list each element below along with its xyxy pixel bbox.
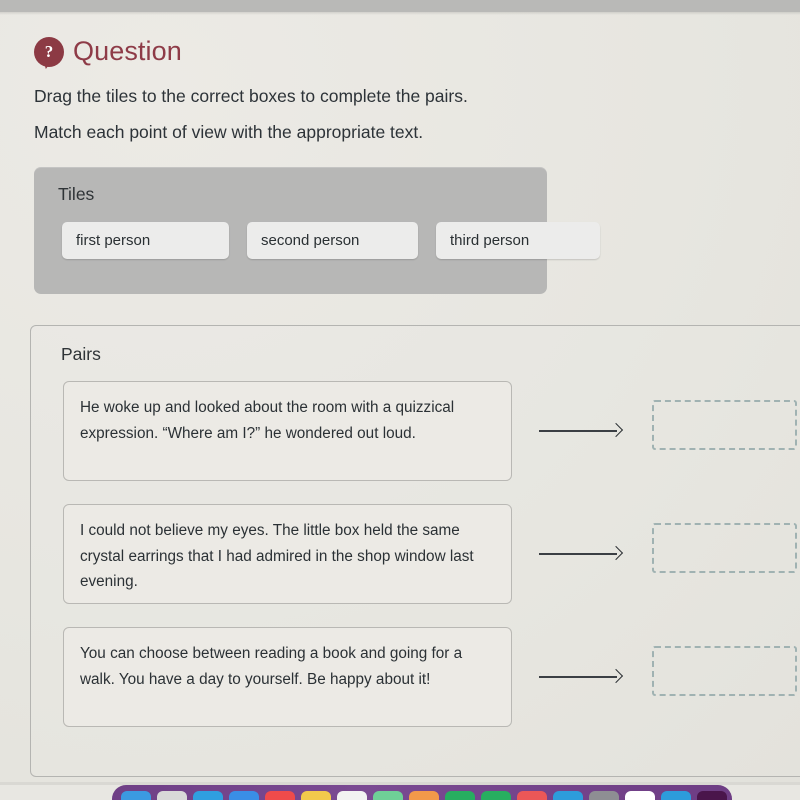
- pair-text-card: He woke up and looked about the room wit…: [63, 381, 512, 481]
- music-icon[interactable]: [517, 791, 547, 800]
- question-mark-bubble-icon: ?: [34, 36, 64, 70]
- dropzone-2[interactable]: [652, 523, 797, 573]
- arrow-shaft: [539, 553, 617, 555]
- arrow-right-icon: [539, 423, 629, 439]
- instruction-line-1: Drag the tiles to the correct boxes to c…: [34, 86, 468, 106]
- arrow-right-icon: [539, 546, 629, 562]
- system-settings-icon[interactable]: [589, 791, 619, 800]
- messages-icon[interactable]: [445, 791, 475, 800]
- screenshot-root: ? Question Drag the tiles to the correct…: [0, 0, 800, 800]
- notes-icon[interactable]: [301, 791, 331, 800]
- page-title: Question: [73, 36, 182, 66]
- top-chrome-band: [0, 0, 800, 12]
- pairs-panel: Pairs He woke up and looked about the ro…: [30, 325, 800, 777]
- arrow-shaft: [539, 676, 617, 678]
- macos-dock[interactable]: [112, 785, 732, 800]
- safari-icon[interactable]: [193, 791, 223, 800]
- pair-text-card: You can choose between reading a book an…: [63, 627, 512, 727]
- arrow-shaft: [539, 430, 617, 432]
- tile-second-person[interactable]: second person: [247, 222, 418, 259]
- arrow-head: [608, 669, 624, 684]
- browser-icon[interactable]: [625, 791, 655, 800]
- arrow-right-icon: [539, 669, 629, 685]
- top-chrome-shadow: [0, 12, 800, 15]
- calendar-icon[interactable]: [265, 791, 295, 800]
- finder-icon[interactable]: [121, 791, 151, 800]
- pair-row: He woke up and looked about the room wit…: [31, 381, 800, 485]
- reminders-icon[interactable]: [337, 791, 367, 800]
- pair-row: You can choose between reading a book an…: [31, 627, 800, 731]
- appstore-icon[interactable]: [553, 791, 583, 800]
- zoom-icon[interactable]: [661, 791, 691, 800]
- arrow-head: [608, 423, 624, 438]
- tiles-panel-title: Tiles: [58, 184, 95, 204]
- tiles-panel: Tiles first person second person third p…: [34, 167, 600, 294]
- tile-third-person[interactable]: third person: [436, 222, 600, 259]
- pair-text-card: I could not believe my eyes. The little …: [63, 504, 512, 604]
- maps-icon[interactable]: [373, 791, 403, 800]
- slack-icon[interactable]: [697, 791, 727, 800]
- dropzone-1[interactable]: [652, 400, 797, 450]
- pairs-panel-title: Pairs: [61, 344, 101, 364]
- tiles-row: first person second person third person: [62, 222, 600, 259]
- launchpad-icon[interactable]: [157, 791, 187, 800]
- question-glyph: ?: [44, 42, 54, 61]
- pair-row: I could not believe my eyes. The little …: [31, 504, 800, 608]
- instruction-line-2: Match each point of view with the approp…: [34, 122, 424, 142]
- question-header: ? Question: [34, 36, 182, 70]
- photos-icon[interactable]: [409, 791, 439, 800]
- tile-first-person[interactable]: first person: [62, 222, 229, 259]
- dropzone-3[interactable]: [652, 646, 797, 696]
- facetime-icon[interactable]: [481, 791, 511, 800]
- mail-icon[interactable]: [229, 791, 259, 800]
- arrow-head: [608, 546, 624, 561]
